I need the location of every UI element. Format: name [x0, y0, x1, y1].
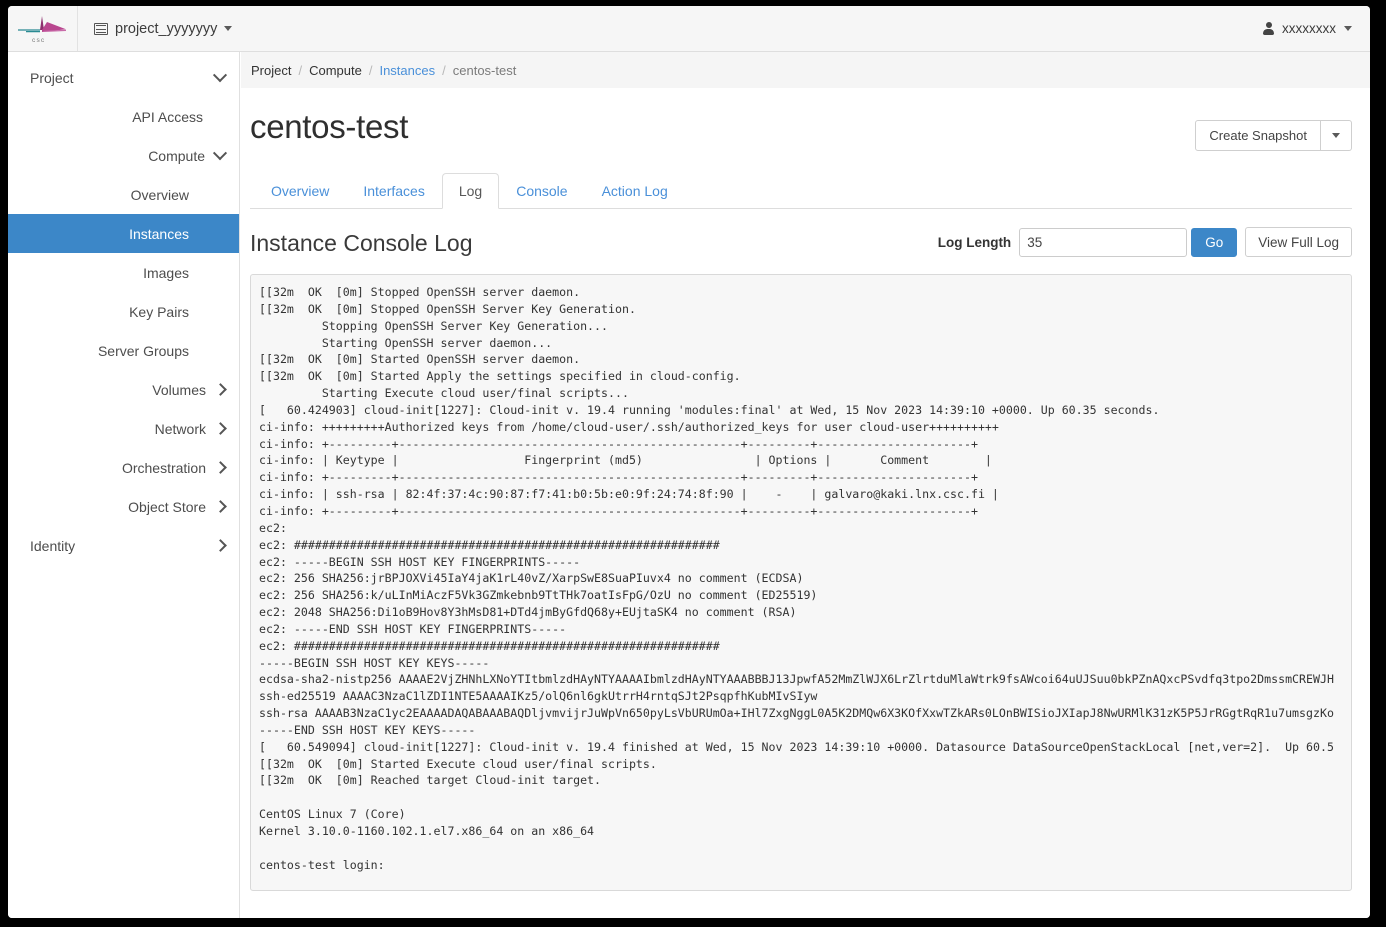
breadcrumb-item-instances[interactable]: Instances [379, 63, 435, 78]
sidebar: Project API Access Compute Overview Instance… [8, 52, 240, 918]
sidebar-item-label: Project [30, 69, 74, 86]
tab-overview[interactable]: Overview [254, 173, 346, 209]
svg-text:csc: csc [32, 37, 45, 44]
sidebar-item-label: Server Groups [97, 342, 189, 359]
sidebar-item-object-store[interactable]: Object Store [8, 487, 239, 526]
chevron-down-icon [1344, 26, 1352, 31]
instance-tabs: Overview Interfaces Log Console Action Log [250, 173, 1352, 209]
user-icon [1263, 22, 1274, 35]
chevron-right-icon [214, 383, 227, 396]
go-button[interactable]: Go [1191, 227, 1238, 257]
csc-logo[interactable]: csc [8, 6, 78, 51]
breadcrumb-separator: / [442, 62, 446, 78]
sidebar-item-label: Object Store [128, 498, 206, 515]
breadcrumb-separator: / [298, 62, 303, 78]
sidebar-item-label: Compute [148, 147, 205, 164]
project-list-icon [94, 22, 108, 35]
tab-console[interactable]: Console [499, 173, 584, 209]
chevron-right-icon [214, 500, 227, 513]
create-snapshot-button[interactable]: Create Snapshot [1195, 120, 1321, 151]
view-full-log-button[interactable]: View Full Log [1245, 227, 1352, 257]
sidebar-item-label: Orchestration [121, 459, 206, 476]
project-switcher[interactable]: project_yyyyyyy [94, 20, 233, 37]
sidebar-item-label: Overview [130, 186, 189, 203]
top-navbar: csc project_yyyyyyy xxxxxxxx [8, 6, 1370, 52]
sidebar-item-label: Key Pairs [129, 303, 189, 320]
caret-down-icon [1332, 133, 1340, 138]
sidebar-item-label: Instances [129, 225, 189, 242]
log-section-header: Instance Console Log Log Length Go View … [250, 227, 1352, 257]
sidebar-item-compute[interactable]: Compute [8, 136, 239, 175]
sidebar-item-images[interactable]: Images [8, 253, 239, 292]
chevron-right-icon [214, 539, 227, 552]
app-window: csc project_yyyyyyy xxxxxxxx Project API … [8, 6, 1370, 918]
sidebar-item-volumes[interactable]: Volumes [8, 370, 239, 409]
sidebar-item-label: Images [143, 264, 189, 281]
breadcrumb-item-project[interactable]: Project [251, 63, 291, 78]
chevron-right-icon [214, 422, 227, 435]
sidebar-item-label: Identity [30, 537, 76, 554]
chevron-down-icon [224, 26, 233, 31]
project-switcher-label: project_yyyyyyy [115, 20, 218, 37]
sidebar-item-project[interactable]: Project [8, 58, 239, 97]
sidebar-item-server-groups[interactable]: Server Groups [8, 331, 239, 370]
sidebar-item-overview[interactable]: Overview [8, 175, 239, 214]
sidebar-item-identity[interactable]: Identity [8, 526, 239, 565]
breadcrumb-separator: / [368, 62, 373, 78]
breadcrumb-item-centos-test: centos-test [452, 62, 517, 78]
user-menu[interactable]: xxxxxxxx [1263, 21, 1352, 36]
csc-logo-icon: csc [17, 15, 66, 44]
user-menu-label: xxxxxxxx [1282, 21, 1336, 36]
console-log-panel[interactable]: [[32m OK [0m] Stopped OpenSSH server dae… [250, 274, 1352, 891]
chevron-down-icon [212, 67, 228, 82]
breadcrumb-item-compute[interactable]: Compute [309, 63, 362, 78]
sidebar-item-network[interactable]: Network [8, 409, 239, 448]
chevron-down-icon [212, 145, 228, 160]
sidebar-item-label: API Access [132, 108, 203, 125]
sidebar-item-key-pairs[interactable]: Key Pairs [8, 292, 239, 331]
console-log-text: [[32m OK [0m] Stopped OpenSSH server dae… [259, 285, 1334, 872]
main-content: Project / Compute / Instances / centos-test ce… [241, 52, 1370, 918]
sidebar-item-api-access[interactable]: API Access [8, 97, 239, 136]
tab-interfaces[interactable]: Interfaces [346, 173, 441, 209]
log-length-form: Log Length Go View Full Log [938, 227, 1352, 257]
log-section-title: Instance Console Log [250, 230, 473, 256]
sidebar-item-label: Volumes [152, 381, 206, 398]
breadcrumb: Project / Compute / Instances / centos-test [241, 52, 1370, 88]
log-length-label: Log Length [937, 234, 1012, 250]
page-header: centos-test Create Snapshot [241, 88, 1370, 151]
page-title: centos-test [250, 108, 409, 145]
snapshot-button-group: Create Snapshot [1195, 120, 1352, 151]
chevron-right-icon [214, 461, 227, 474]
tab-action-log[interactable]: Action Log [585, 173, 685, 209]
snapshot-dropdown-toggle[interactable] [1321, 120, 1352, 151]
sidebar-item-instances[interactable]: Instances [8, 214, 239, 253]
sidebar-item-orchestration[interactable]: Orchestration [8, 448, 239, 487]
tab-log[interactable]: Log [441, 173, 500, 209]
log-length-input[interactable] [1019, 227, 1188, 257]
sidebar-item-label: Network [154, 420, 206, 437]
